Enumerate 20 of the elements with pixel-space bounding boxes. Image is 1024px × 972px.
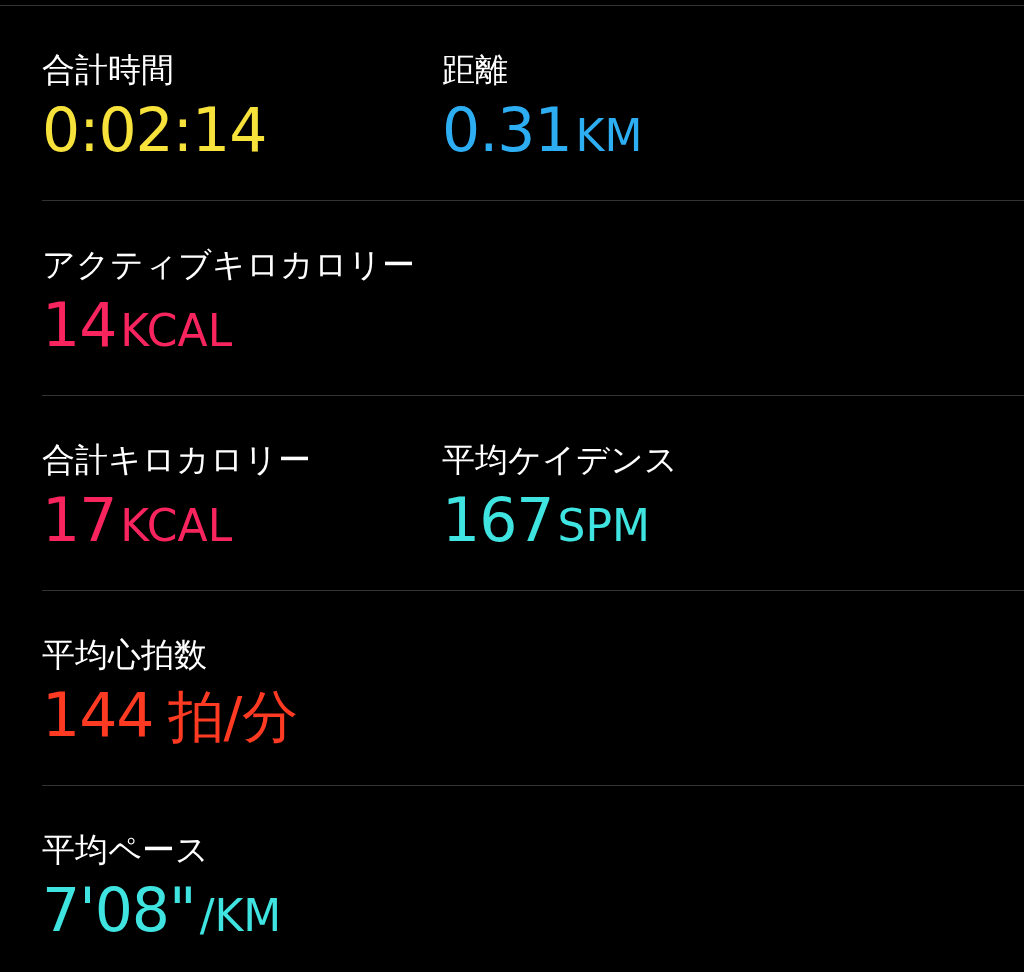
metric-unit: KCAL [120,304,233,358]
metric-label: アクティブキロカロリー [42,244,416,286]
metric-label: 合計キロカロリー [42,439,312,481]
metric-value: 14 [42,289,117,362]
metric-unit: /KM [199,889,282,943]
metric-value: 0:02:14 [42,94,267,167]
metric-unit: SPM [557,499,650,553]
metric-label: 平均ケイデンス [442,439,679,481]
metric-unit: KCAL [120,499,233,553]
metric-value: 144 [42,679,154,752]
metric-label: 距離 [442,49,509,91]
metric-unit: KM [575,109,643,163]
metric-label: 合計時間 [42,49,175,91]
metric-label: 平均心拍数 [42,634,208,676]
metric-value: 0.31 [442,94,572,167]
metric-value: 167 [442,484,554,557]
metric-value: 7'08" [42,874,196,947]
metric-label: 平均ペース [42,829,210,871]
metric-value: 17 [42,484,117,557]
metric-unit: 拍/分 [167,683,299,751]
